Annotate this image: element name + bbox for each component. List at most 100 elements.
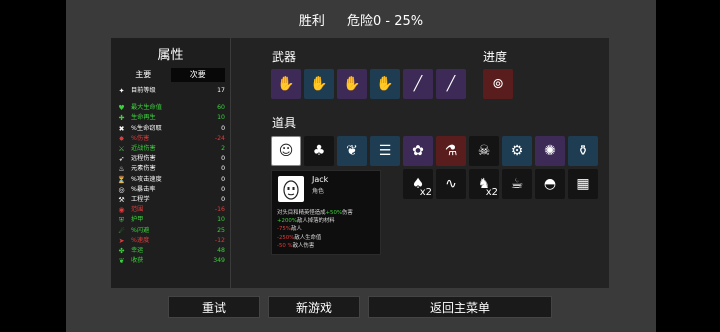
snake-icon: ∿ [445, 176, 457, 192]
tooltip-name: Jack [312, 175, 329, 184]
regen-icon: ✚ [118, 114, 125, 123]
stat-row: ⚒ 工程学 0 [117, 195, 225, 205]
tab-primary[interactable]: 主要 [116, 68, 171, 82]
snake-item-slot[interactable]: ∿ [436, 169, 466, 199]
armor-icon: ⛨ [118, 216, 125, 225]
tooltip-line-part: 敌人掉落的材料 [296, 218, 335, 225]
mushroom-item-slot[interactable]: ♣ [304, 136, 334, 166]
stat-name: 目前等级 [131, 87, 156, 95]
ranged-icon: ➶ [118, 155, 125, 164]
stat-name: %伤害 [131, 134, 150, 142]
tooltip-line: -75%敌人 [277, 225, 379, 233]
flask-item-slot[interactable]: ⚱ [568, 136, 598, 166]
stat-value: -24 [214, 134, 225, 142]
ladder-icon: ☰ [378, 143, 392, 159]
drink-item-slot[interactable]: ☕ [502, 169, 532, 199]
stat-name: 近战伤害 [131, 145, 156, 153]
egg-face-icon [283, 180, 299, 200]
tooltip-line-part: +200% [277, 218, 297, 225]
helmet-item-slot[interactable]: ◓ [535, 169, 565, 199]
stat-row: ⛨ 护甲 10 [117, 215, 225, 225]
stat-value: 10 [217, 114, 225, 122]
tooltip-line-part: 对头目和精英怪造成 [277, 210, 326, 216]
ladder-item-slot[interactable]: ☰ [370, 136, 400, 166]
tooltip-line-part: -75% [277, 226, 291, 233]
weapon-slot-1[interactable]: ✋ [271, 69, 301, 99]
stat-value: 0 [221, 165, 225, 173]
stat-row: ✦ 目前等级 17 [117, 86, 225, 96]
weapon-slot-5[interactable]: ╱ [403, 69, 433, 99]
skull-item-slot[interactable]: ☠ [469, 136, 499, 166]
brain-item-slot[interactable]: ✿ [403, 136, 433, 166]
spear-icon: ╱ [446, 76, 456, 92]
stat-row: ✚ 生命再生 10 [117, 113, 225, 123]
skull-icon: ☠ [477, 143, 491, 159]
armor-vest-item-slot[interactable]: ▦ [568, 169, 598, 199]
stat-name: 生命再生 [131, 114, 156, 122]
bomb-item-slot[interactable]: ✺ [535, 136, 565, 166]
range-icon: ◉ [118, 206, 125, 215]
heart-icon: ♥ [118, 104, 125, 113]
tooltip-line: +200%敌人掉落的材料 [277, 217, 379, 225]
drink-icon: ☕ [510, 176, 524, 192]
gun-turret-item-slot[interactable]: ⚙ [502, 136, 532, 166]
luck-icon: ✤ [118, 246, 125, 255]
cape-item-slot[interactable]: ♞ x2 [469, 169, 499, 199]
weapon-slot-4[interactable]: ✋ [370, 69, 400, 99]
stat-name: %暴击率 [131, 185, 156, 193]
stat-name: 远程伤害 [131, 155, 156, 163]
stat-value: -16 [214, 206, 225, 214]
stat-name: 元素伤害 [131, 165, 156, 173]
weapon-slot-6[interactable]: ╱ [436, 69, 466, 99]
stat-name: %速度 [131, 236, 150, 244]
item-count-badge: x2 [419, 187, 432, 198]
new-game-button[interactable]: 新游戏 [268, 296, 360, 318]
tab-secondary[interactable]: 次要 [170, 68, 225, 82]
stat-value: -12 [214, 236, 225, 244]
progress-item-slot[interactable]: ⊚ [483, 69, 513, 99]
stat-value: 2 [221, 145, 225, 153]
danger-level-label: 危险0 - 25% [347, 14, 424, 29]
potion-icon: ⚗ [444, 143, 458, 159]
stat-row: ☄ %闪避 25 [117, 225, 225, 235]
stat-value: 10 [217, 216, 225, 224]
stat-name: 护甲 [131, 216, 144, 224]
stat-row: ❦ 收获 349 [117, 256, 225, 266]
stat-value: 60 [217, 104, 225, 112]
stats-title: 属性 [157, 48, 184, 63]
tooltip-line-part: 敌人伤害 [292, 242, 315, 249]
tooltip-type: 角色 [312, 188, 325, 195]
stat-name: %攻击速度 [131, 175, 162, 183]
gun-turret-icon: ⚙ [510, 143, 524, 159]
claw-icon: ❦ [346, 143, 358, 159]
stat-name: %闪避 [131, 226, 150, 234]
retry-button[interactable]: 重试 [168, 296, 260, 318]
melee-icon: ⚔ [118, 145, 125, 154]
stat-row: ✸ %伤害 -24 [117, 134, 225, 144]
belt-icon: ⊚ [492, 76, 504, 92]
stat-value: 0 [221, 155, 225, 163]
stat-spacer [117, 96, 225, 103]
weapon-slot-2[interactable]: ✋ [304, 69, 334, 99]
stat-row: ⚔ 近战伤害 2 [117, 144, 225, 154]
stat-value: 0 [221, 195, 225, 203]
tooltip-line: -50 %敌人伤害 [277, 242, 379, 250]
run-result-header: 胜利 危险0 - 25% [66, 10, 656, 29]
sprout-item-slot[interactable]: ♠ x2 [403, 169, 433, 199]
egg-face-icon: ☺ [278, 143, 294, 159]
tooltip-line-part: 敌人生命值 [294, 234, 322, 241]
brain-icon: ✿ [412, 143, 424, 159]
stat-name: 范围 [131, 206, 144, 214]
stat-row: ♨ 元素伤害 0 [117, 164, 225, 174]
tooltip-line-part: 伤害 [342, 210, 353, 216]
item-count-badge: x2 [485, 187, 498, 198]
egg-face-item-slot[interactable]: ☺ [271, 136, 301, 166]
elemental-icon: ♨ [118, 165, 125, 174]
flask-icon: ⚱ [577, 143, 589, 159]
stat-list: ✦ 目前等级 17 ♥ 最大生命值 60 ✚ 生命再生 10 ✖ %生命窃取 0 ✸ %伤害 -24 ⚔ 近战伤… [117, 86, 225, 266]
claw-item-slot[interactable]: ❦ [337, 136, 367, 166]
weapon-slot-3[interactable]: ✋ [337, 69, 367, 99]
stat-value: 0 [221, 175, 225, 183]
main-menu-button[interactable]: 返回主菜单 [368, 296, 552, 318]
potion-item-slot[interactable]: ⚗ [436, 136, 466, 166]
